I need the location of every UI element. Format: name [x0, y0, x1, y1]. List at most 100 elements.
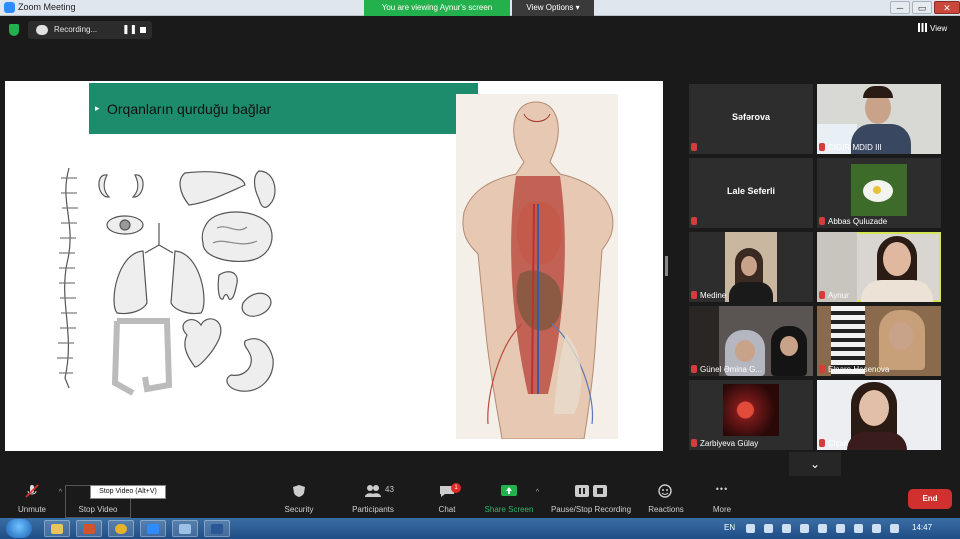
security-button[interactable]: Security — [263, 481, 335, 517]
minimize-button[interactable]: ─ — [890, 1, 910, 14]
viewing-banner: You are viewing Aynur's screen — [364, 0, 510, 16]
grid-view-icon — [918, 23, 927, 32]
taskbar-clock[interactable]: 14:47 — [912, 523, 932, 532]
more-dots-icon: ••• — [715, 484, 729, 494]
participant-name-tag: Günel Əmina G... — [691, 365, 762, 374]
participant-name-tag: Elnare Hesenova — [819, 365, 889, 374]
taskbar-powerpoint[interactable] — [76, 520, 102, 537]
chat-unread-badge: 1 — [451, 483, 461, 493]
mic-muted-icon — [691, 291, 697, 299]
tray-icon[interactable] — [854, 524, 863, 533]
view-options-label: View Options — [526, 3, 574, 12]
mic-muted-icon — [691, 365, 697, 373]
taskbar-explorer[interactable] — [44, 520, 70, 537]
stop-video-tooltip: Stop Video (Alt+V) — [90, 485, 166, 499]
participant-name-tag: Aynur — [819, 291, 849, 300]
more-button[interactable]: ••• More — [686, 481, 758, 517]
mic-muted-icon — [691, 217, 697, 225]
taskbar-chrome[interactable] — [108, 520, 134, 537]
participant-display-name: Səfərova — [731, 112, 771, 122]
maximize-button[interactable]: ▭ — [912, 1, 932, 14]
zoom-logo-icon — [4, 2, 15, 13]
smiley-plus-icon — [658, 484, 672, 498]
pause-stop-recording-label: Pause/Stop Recording — [550, 505, 632, 514]
windows-start-icon[interactable] — [6, 519, 32, 538]
network-icon[interactable] — [872, 524, 881, 533]
battery-icon[interactable] — [890, 524, 899, 533]
end-meeting-button[interactable]: End — [908, 489, 952, 509]
tray-icon[interactable] — [746, 524, 755, 533]
participant-tile[interactable]: Elnare Hesenova — [817, 306, 941, 376]
participant-gallery: Səfərova CIGIR MDID III Lale Seferli Abb… — [689, 84, 943, 450]
stop-recording-icon[interactable] — [140, 27, 146, 33]
recording-label: Recording... — [54, 25, 98, 34]
unmute-label: Unmute — [17, 505, 46, 514]
folder-icon — [51, 524, 63, 534]
pause-recording-icon[interactable]: ❚❚ — [122, 24, 137, 35]
security-label: Security — [284, 505, 314, 514]
chevron-down-icon: ▾ — [575, 3, 580, 12]
tray-icon[interactable] — [764, 524, 773, 533]
participant-tile[interactable]: Günel Əmina G... — [689, 306, 813, 376]
tray-icon[interactable] — [818, 524, 827, 533]
close-window-button[interactable]: ✕ — [934, 1, 960, 14]
participant-video-face — [859, 390, 889, 426]
participant-name-tag: Abbas Quluzade — [819, 217, 887, 226]
shield-icon — [293, 485, 305, 497]
window-title: Zoom Meeting — [18, 2, 76, 12]
share-options-caret[interactable]: ^ — [536, 489, 539, 496]
view-layout-label: View — [930, 24, 948, 33]
mic-muted-icon — [819, 291, 825, 299]
tray-icon[interactable] — [800, 524, 809, 533]
powerpoint-icon — [83, 524, 95, 534]
volume-icon[interactable] — [782, 524, 791, 533]
participant-name-tag — [691, 143, 700, 152]
view-layout-button[interactable]: View — [918, 23, 947, 33]
participant-tile[interactable]: Medine — [689, 232, 813, 302]
participant-tile[interactable]: Zarbiyeva Gülay — [689, 380, 813, 450]
participant-tile[interactable]: Abbas Quluzade — [817, 158, 941, 228]
participants-count: 43 — [385, 485, 394, 494]
unmute-button[interactable]: ^ Unmute — [0, 481, 68, 517]
mic-muted-icon — [819, 143, 825, 151]
share-screen-button[interactable]: ^ Share Screen — [473, 481, 545, 517]
participant-name-tag: CIGIR MDID III — [819, 143, 882, 152]
cloud-record-icon — [36, 25, 48, 35]
more-label: More — [712, 505, 732, 514]
windows-taskbar: EN 14:47 — [0, 518, 960, 539]
participant-tile[interactable]: Çiçək — [817, 380, 941, 450]
flowers-picture — [851, 164, 907, 216]
encryption-shield-icon[interactable] — [9, 24, 19, 36]
participant-tile[interactable]: Lale Seferli — [689, 158, 813, 228]
view-options-button[interactable]: View Options ▾ — [512, 0, 594, 16]
participants-label: Participants — [352, 505, 394, 514]
mic-muted-icon — [691, 143, 697, 151]
taskbar-word[interactable] — [204, 520, 230, 537]
tray-icon[interactable] — [836, 524, 845, 533]
keyboard-language[interactable]: EN — [724, 523, 735, 532]
participant-tile[interactable]: CIGIR MDID III — [817, 84, 941, 154]
split-view-handle[interactable] — [665, 256, 668, 276]
gallery-next-page-button[interactable]: ⌄ — [789, 452, 841, 476]
participant-name-tag — [691, 217, 700, 226]
participant-name-tag: Zarbiyeva Gülay — [691, 439, 758, 448]
pause-stop-icons — [575, 485, 607, 497]
profile-picture — [723, 384, 779, 436]
zoom-icon — [147, 524, 159, 534]
participant-video — [725, 232, 777, 302]
recording-indicator: Recording... ❚❚ — [28, 21, 152, 39]
participant-name-tag: Çiçək — [819, 439, 848, 448]
shared-screen: ▸ Orqanların qurduğu bağlar — [5, 81, 663, 451]
pause-stop-recording-button[interactable]: Pause/Stop Recording — [545, 481, 637, 517]
participant-video-hair — [863, 86, 893, 98]
taskbar-zoom[interactable] — [140, 520, 166, 537]
chrome-icon — [115, 524, 127, 534]
slide-header: ▸ Orqanların qurduğu bağlar — [89, 83, 478, 134]
active-speaker-tile[interactable]: Aynur — [817, 232, 941, 302]
participants-icon — [365, 485, 381, 497]
participants-button[interactable]: 43 Participants — [337, 481, 409, 517]
taskbar-app[interactable] — [172, 520, 198, 537]
word-icon — [211, 524, 223, 534]
share-screen-label: Share Screen — [484, 505, 534, 514]
participant-tile[interactable]: Səfərova — [689, 84, 813, 154]
